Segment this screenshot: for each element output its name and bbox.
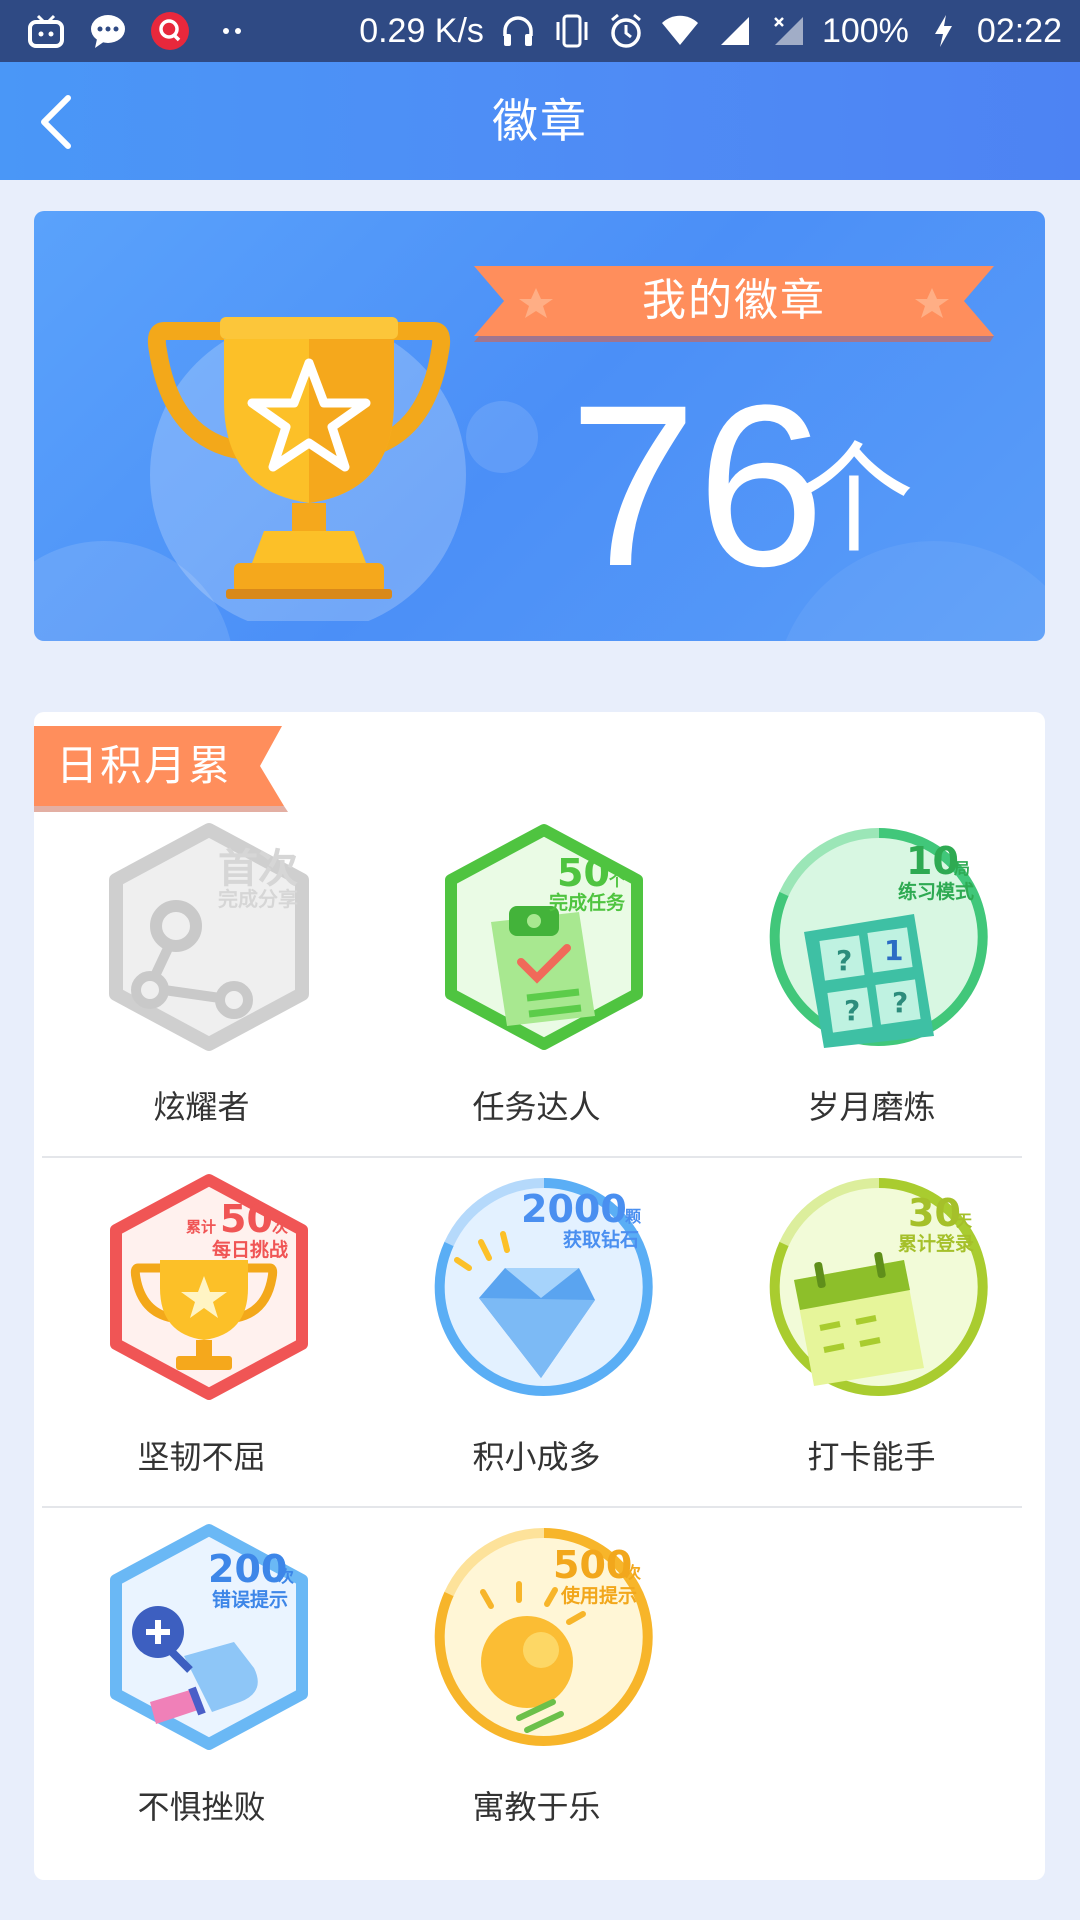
svg-text:?: ? bbox=[844, 994, 860, 1027]
battery-percent: 100% bbox=[821, 11, 909, 50]
badge-count: 76 bbox=[569, 357, 825, 614]
badge-name: 任务达人 bbox=[472, 1088, 601, 1126]
badge-desc: 每日挑战 bbox=[212, 1238, 288, 1261]
more-dots-icon bbox=[212, 11, 252, 51]
alarm-icon bbox=[606, 11, 646, 51]
badge-name: 岁月磨炼 bbox=[807, 1088, 936, 1126]
badge-unit: 次 bbox=[625, 1563, 641, 1582]
network-speed: 0.29 K/s bbox=[359, 11, 484, 50]
badge-row: 累计 50 次 每日挑战 坚韧不屈 2000 颗 获取钻石 积小成多 30 天 … bbox=[34, 1172, 1045, 1522]
lightbulb-badge-icon: 500 次 使用提示 bbox=[434, 1527, 653, 1746]
signal-icon bbox=[714, 11, 754, 51]
badge-desc: 错误提示 bbox=[212, 1588, 288, 1611]
badge-daily-challenge[interactable]: 累计 50 次 每日挑战 坚韧不屈 bbox=[34, 1172, 369, 1512]
badge-num: 首次 bbox=[218, 846, 298, 892]
badge-share[interactable]: 首次 完成分享 炫耀者 bbox=[34, 822, 369, 1162]
badges-section: 日积月累 首次 完成分享 炫耀者 50 个 完成任务 任务达人 ? 1 ? ? … bbox=[34, 712, 1045, 1880]
badge-unit: 局 bbox=[954, 859, 970, 878]
my-badges-label: 我的徽章 bbox=[642, 275, 826, 326]
app-bar: 徽章 bbox=[0, 62, 1080, 180]
badge-unit: 次 bbox=[272, 1217, 288, 1236]
wifi-icon bbox=[660, 11, 700, 51]
badge-desc: 练习模式 bbox=[898, 880, 974, 903]
svg-text:?: ? bbox=[892, 986, 908, 1019]
diamond-badge-icon: 2000 颗 获取钻石 bbox=[434, 1177, 653, 1396]
badge-check-in[interactable]: 30 天 累计登录 打卡能手 bbox=[704, 1172, 1039, 1512]
calendar-badge-icon: 30 天 累计登录 bbox=[769, 1177, 988, 1396]
badge-unit: 次 bbox=[278, 1567, 294, 1586]
badge-num: 500 bbox=[553, 1543, 632, 1587]
badge-desc: 获取钻石 bbox=[563, 1228, 639, 1251]
badge-unit: 颗 bbox=[625, 1207, 641, 1226]
message-icon bbox=[88, 11, 128, 51]
decor-bubble bbox=[466, 401, 538, 473]
clock: 02:22 bbox=[976, 11, 1062, 50]
badge-count-unit: 个 bbox=[794, 431, 914, 570]
section-title: 日积月累 bbox=[56, 741, 233, 790]
badge-prefix: 累计 bbox=[186, 1218, 216, 1236]
practice-badge-icon: ? 1 ? ? 10 局 练习模式 bbox=[769, 827, 988, 1048]
vibrate-icon bbox=[552, 11, 592, 51]
badge-name: 打卡能手 bbox=[807, 1438, 936, 1476]
badge-practice[interactable]: ? 1 ? ? 10 局 练习模式 岁月磨炼 bbox=[704, 822, 1039, 1162]
badge-num: 50 bbox=[220, 1197, 273, 1241]
badge-num: 50 bbox=[557, 851, 610, 895]
badge-error-hints[interactable]: 200 次 错误提示 不惧挫败 bbox=[34, 1522, 369, 1862]
search-app-icon bbox=[150, 11, 190, 51]
badge-name: 不惧挫败 bbox=[137, 1788, 266, 1826]
badge-summary-card: 我的徽章 76 个 bbox=[34, 211, 1045, 641]
badge-name: 坚韧不屈 bbox=[137, 1438, 266, 1476]
badge-desc: 使用提示 bbox=[560, 1584, 637, 1607]
svg-text:1: 1 bbox=[884, 934, 903, 967]
badge-unit: 个 bbox=[608, 871, 626, 890]
badge-num: 2000 bbox=[521, 1187, 627, 1231]
tv-app-icon bbox=[26, 11, 66, 51]
badge-num: 10 bbox=[906, 839, 959, 883]
badge-desc: 完成分享 bbox=[218, 887, 298, 911]
badge-name: 寓教于乐 bbox=[472, 1788, 601, 1826]
badge-name: 炫耀者 bbox=[153, 1088, 250, 1126]
badge-desc: 累计登录 bbox=[898, 1232, 974, 1255]
challenge-badge-icon: 累计 50 次 每日挑战 bbox=[110, 1174, 308, 1400]
badge-num: 30 bbox=[908, 1191, 961, 1235]
badge-unit: 天 bbox=[956, 1211, 973, 1230]
status-bar: 0.29 K/s 100% 02:22 bbox=[0, 0, 1080, 62]
badge-desc: 完成任务 bbox=[549, 891, 626, 914]
badge-use-hints[interactable]: 500 次 使用提示 寓教于乐 bbox=[369, 1522, 704, 1862]
page-title: 徽章 bbox=[492, 94, 588, 148]
badge-diamonds[interactable]: 2000 颗 获取钻石 积小成多 bbox=[369, 1172, 704, 1512]
trophy-icon bbox=[147, 317, 466, 621]
badge-num: 200 bbox=[208, 1547, 287, 1591]
share-badge-icon: 首次 完成分享 bbox=[109, 823, 309, 1051]
badge-name: 积小成多 bbox=[472, 1438, 601, 1476]
badge-row: 200 次 错误提示 不惧挫败 500 次 使用提示 寓教于乐 bbox=[34, 1522, 1045, 1872]
badge-task-master[interactable]: 50 个 完成任务 任务达人 bbox=[369, 822, 704, 1162]
charging-icon bbox=[923, 11, 963, 51]
error-hint-badge-icon: 200 次 错误提示 bbox=[110, 1524, 308, 1750]
badge-row: 首次 完成分享 炫耀者 50 个 完成任务 任务达人 ? 1 ? ? 10 局 … bbox=[34, 822, 1045, 1172]
svg-text:?: ? bbox=[836, 944, 852, 977]
headphones-icon bbox=[498, 11, 538, 51]
task-badge-icon: 50 个 完成任务 bbox=[445, 824, 643, 1050]
signal-no-sim-icon bbox=[768, 11, 808, 51]
